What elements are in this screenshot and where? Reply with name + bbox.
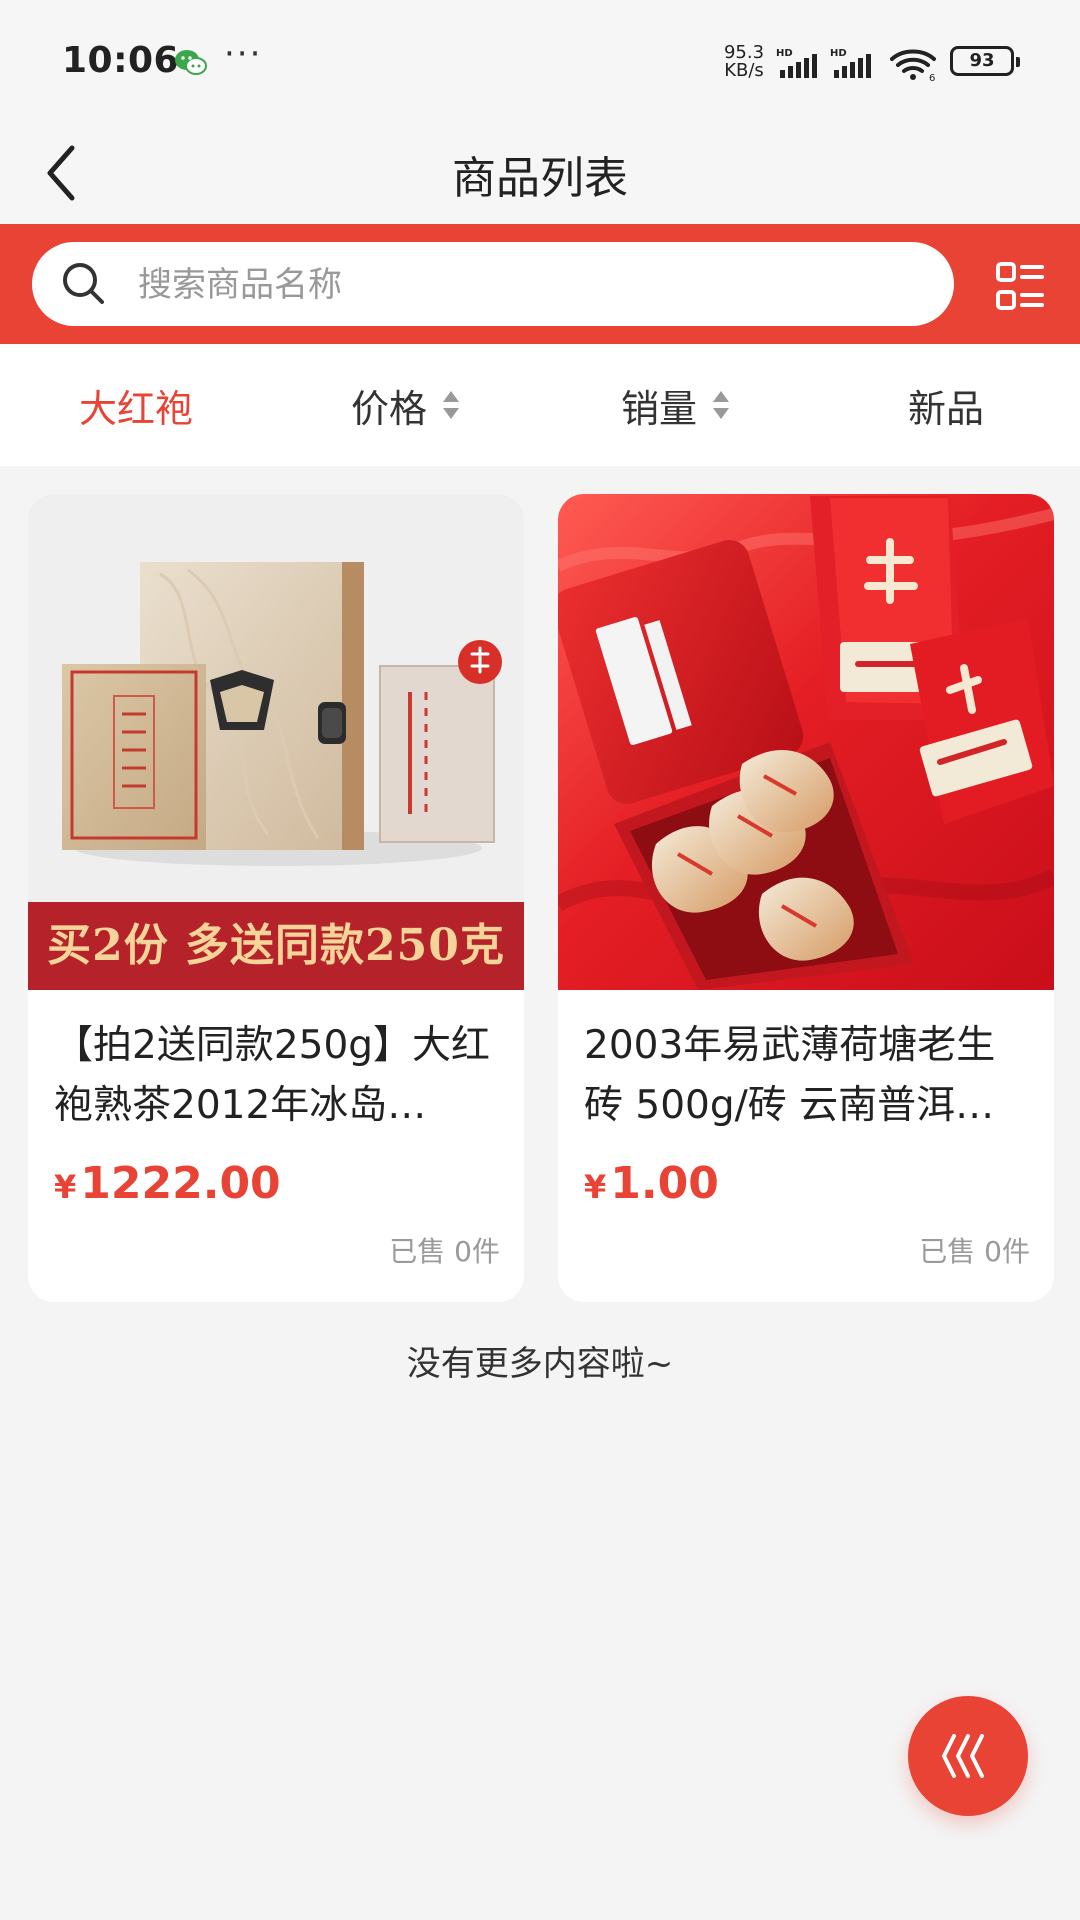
wechat-icon <box>175 50 207 75</box>
product-list-page: 10:06 ··· 95.3 KB/s HD HD 6 93 商品列表 搜索商品… <box>0 0 1080 1920</box>
sold-count: 已售 0件 <box>919 1235 1030 1268</box>
status-bar: 10:06 ··· 95.3 KB/s HD HD 6 93 <box>0 0 1080 128</box>
status-time: 10:06 <box>62 40 180 81</box>
promo-banner: 买2份 多送同款250克 <box>28 902 524 990</box>
filter-tab-price[interactable]: 价格 <box>296 344 516 466</box>
filter-tab-category[interactable]: 大红袍 <box>26 344 246 466</box>
layout-toggle-icon[interactable] <box>994 260 1046 312</box>
more-dots: ··· <box>224 34 263 74</box>
back-to-top-button[interactable] <box>908 1696 1028 1816</box>
search-box[interactable] <box>32 242 954 328</box>
filter-tab-label: 大红袍 <box>78 386 193 431</box>
product-card[interactable]: 2003年易武薄荷塘老生砖 500g/砖 云南普洱… ¥1.00 已售 0件 <box>558 494 1054 1302</box>
battery-level: 93 <box>969 50 995 71</box>
network-speed-unit: KB/s <box>724 60 764 81</box>
header-bar: 商品列表 <box>0 128 1080 224</box>
page-title: 商品列表 <box>452 153 628 204</box>
filter-bar: 大红袍 价格 销量 新品 <box>0 344 1080 466</box>
product-image[interactable] <box>558 494 1054 990</box>
sold-count: 已售 0件 <box>389 1235 500 1268</box>
price-value: 1222.00 <box>80 1158 281 1209</box>
search-icon <box>63 263 104 304</box>
filter-tab-sales[interactable]: 销量 <box>566 344 786 466</box>
sort-icon <box>443 391 459 419</box>
price-value: 1.00 <box>610 1158 719 1209</box>
battery-icon: 93 <box>950 46 1020 76</box>
back-to-top-icon <box>942 1734 984 1778</box>
filter-tab-label: 销量 <box>620 386 697 431</box>
wifi-icon: 6 <box>890 49 936 82</box>
search-input[interactable] <box>136 242 920 328</box>
filter-tab-label: 新品 <box>907 386 984 431</box>
sort-icon <box>713 391 729 419</box>
svg-text:6: 6 <box>929 73 935 82</box>
signal-icon: HD <box>830 48 871 78</box>
network-speed: 95.3 KB/s <box>720 44 768 80</box>
price-currency: ¥ <box>54 1168 77 1206</box>
product-title[interactable]: 2003年易武薄荷塘老生砖 500g/砖 云南普洱… <box>584 1016 1028 1136</box>
svg-text:HD: HD <box>830 48 847 59</box>
product-price: ¥1.00 <box>584 1158 719 1209</box>
product-image[interactable]: 买2份 多送同款250克 <box>28 494 524 990</box>
product-card[interactable]: 买2份 多送同款250克 【拍2送同款250g】大红袍熟茶2012年冰岛… ¥1… <box>28 494 524 1302</box>
price-currency: ¥ <box>584 1168 607 1206</box>
filter-tab-label: 价格 <box>350 386 427 431</box>
product-title[interactable]: 【拍2送同款250g】大红袍熟茶2012年冰岛… <box>54 1016 498 1136</box>
search-bar <box>0 224 1080 344</box>
product-grid: 买2份 多送同款250克 【拍2送同款250g】大红袍熟茶2012年冰岛… ¥1… <box>0 494 1080 1304</box>
red-tea-tin-image <box>558 494 1054 990</box>
end-of-list-message: 没有更多内容啦~ <box>406 1344 674 1384</box>
filter-tab-new[interactable]: 新品 <box>836 344 1056 466</box>
product-price: ¥1222.00 <box>54 1158 281 1209</box>
signal-icon: HD <box>776 48 817 78</box>
svg-text:HD: HD <box>776 48 793 59</box>
